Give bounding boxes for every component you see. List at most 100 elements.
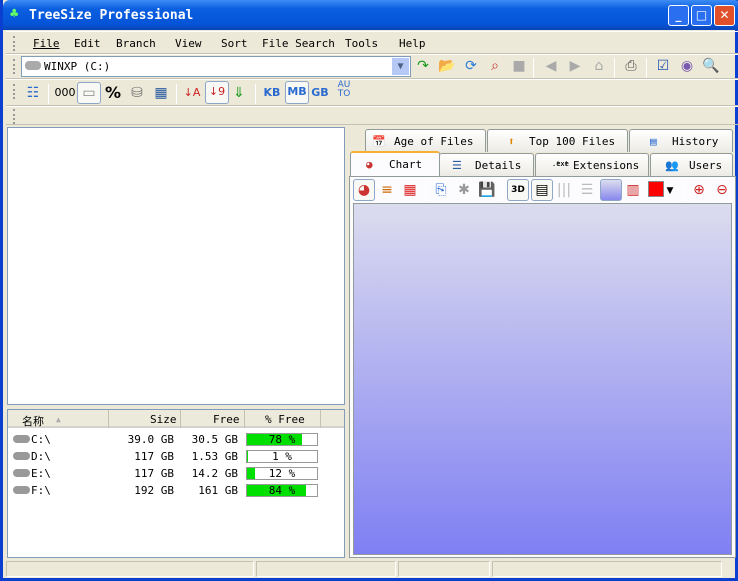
separator xyxy=(533,58,534,78)
free-space-label: 1 % xyxy=(272,450,292,463)
tab-extensions[interactable]: .txt .exe Extensions xyxy=(535,153,649,176)
minimize-button[interactable]: _ xyxy=(668,5,689,26)
size-view-button[interactable]: ▭ xyxy=(77,82,101,104)
menu-file-search[interactable]: File Search xyxy=(262,37,335,50)
drive-free: 1.53 GB xyxy=(191,450,238,463)
separator xyxy=(683,181,684,201)
drive-row[interactable]: E:\ 117 GB 14.2 GB 12 % xyxy=(8,466,344,482)
drive-row[interactable]: F:\ 192 GB 161 GB 84 % xyxy=(8,483,344,499)
gradient-background-button[interactable] xyxy=(600,179,622,201)
gb-button[interactable]: GB xyxy=(310,83,330,103)
menu-help[interactable]: Help xyxy=(399,37,426,50)
drive-free: 14.2 GB xyxy=(191,467,238,480)
hard-drive-icon xyxy=(13,469,30,477)
drive-list[interactable]: 名称 ▲ Size Free % Free C:\ 39.0 GB 30.5 G… xyxy=(7,409,345,558)
drive-combo[interactable]: WINXP (C:) ▼ xyxy=(21,56,411,77)
mb-button[interactable]: MB xyxy=(285,81,309,104)
3d-button[interactable]: 3D xyxy=(507,179,529,201)
bar-chart-button[interactable]: ≡ xyxy=(377,180,397,200)
tab-history[interactable]: ▤ History xyxy=(629,129,733,152)
sort-down-icon[interactable]: ⇓ xyxy=(229,83,249,103)
drive-name: F:\ xyxy=(31,484,51,497)
menu-view[interactable]: View xyxy=(175,37,202,50)
chevron-down-icon[interactable]: ▼ xyxy=(392,58,409,75)
toolbar-grip[interactable] xyxy=(13,36,15,51)
separator xyxy=(425,181,426,201)
sort-size-icon[interactable]: ↓9 xyxy=(205,81,229,104)
close-button[interactable]: ✕ xyxy=(714,5,735,26)
color-dropdown-icon[interactable]: ▼ xyxy=(664,181,676,201)
chart-area[interactable] xyxy=(353,203,732,555)
top100-icon: ⬆ xyxy=(508,135,515,148)
zoom-in-icon[interactable]: ⊕ xyxy=(689,180,709,200)
percent-button[interactable]: % xyxy=(103,83,123,103)
paste-icon[interactable]: ✱ xyxy=(454,180,474,200)
search-filter-icon[interactable]: ⌕ xyxy=(485,56,505,76)
forward-icon[interactable]: ▶ xyxy=(565,56,585,76)
file-count-icon[interactable]: ▦ xyxy=(151,83,171,103)
zoom-out-icon[interactable]: ⊖ xyxy=(712,180,732,200)
search-folder-icon[interactable]: 🔍 xyxy=(701,56,721,76)
tab-users[interactable]: 👥 Users xyxy=(650,153,733,176)
ext-bottom: .exe xyxy=(552,160,569,168)
menu-file[interactable]: File xyxy=(33,37,60,50)
auto-unit-button[interactable]: AU TO xyxy=(334,81,354,101)
kb-button[interactable]: KB xyxy=(262,83,282,103)
sort-alpha-icon[interactable]: ↓A xyxy=(182,83,202,103)
open-folder-icon[interactable]: 📂 xyxy=(437,56,457,76)
details-list-icon: ☰ xyxy=(452,159,462,172)
free-space-bar: 78 % xyxy=(246,433,318,446)
copy-icon[interactable]: ⎘ xyxy=(431,180,451,200)
options-icon[interactable]: ☑ xyxy=(653,56,673,76)
drive-size: 117 GB xyxy=(134,467,174,480)
column-size[interactable]: Size xyxy=(150,413,177,426)
menu-tools[interactable]: Tools xyxy=(345,37,378,50)
color-bars-button[interactable]: ▥ xyxy=(623,180,643,200)
tab-label: Users xyxy=(689,159,723,172)
column-pct-free[interactable]: % Free xyxy=(265,413,305,426)
menu-branch[interactable]: Branch xyxy=(116,37,156,50)
folder-tree[interactable] xyxy=(7,127,345,405)
tab-top-100-files[interactable]: ⬆ Top 100 Files xyxy=(487,129,628,152)
pie-chart-button[interactable]: ◕ xyxy=(353,179,375,201)
toolbar-grip[interactable] xyxy=(13,59,15,74)
treemap-button[interactable]: ▦ xyxy=(400,180,420,200)
refresh-icon[interactable]: ⟳ xyxy=(461,56,481,76)
print-icon[interactable]: ⎙ xyxy=(621,56,641,76)
tab-details[interactable]: ☰ Details xyxy=(439,153,534,176)
scan-drives-icon[interactable]: ◉ xyxy=(677,56,697,76)
stop-icon[interactable]: ■ xyxy=(509,56,529,76)
number-format-button[interactable]: 000 xyxy=(54,83,76,103)
column-name[interactable]: 名称 xyxy=(22,413,44,429)
allocated-space-icon[interactable]: ⛁ xyxy=(127,83,147,103)
save-icon[interactable]: 💾 xyxy=(477,180,497,200)
legend-button[interactable]: ▤ xyxy=(531,179,553,201)
maximize-button[interactable]: □ xyxy=(691,5,712,26)
vertical-grid-button[interactable]: ||| xyxy=(554,180,574,200)
column-free[interactable]: Free xyxy=(213,413,240,426)
menu-sort[interactable]: Sort xyxy=(221,37,248,50)
tab-age-of-files[interactable]: 📅 Age of Files xyxy=(365,129,486,152)
separator xyxy=(255,84,256,104)
drive-name: C:\ xyxy=(31,433,51,446)
up-icon[interactable]: ⌂ xyxy=(589,56,609,76)
treesize-logo-icon: ♣ xyxy=(10,6,19,22)
toolbar-grip[interactable] xyxy=(13,109,15,124)
toolbar-grip[interactable] xyxy=(13,84,15,99)
tab-label: Age of Files xyxy=(394,135,474,148)
free-space-label: 84 % xyxy=(268,484,296,497)
go-arrow-icon[interactable]: ↷ xyxy=(413,56,433,76)
separator xyxy=(502,181,503,201)
tab-label: Chart xyxy=(389,158,423,171)
color-picker-button[interactable] xyxy=(648,181,664,197)
drive-free: 161 GB xyxy=(198,484,238,497)
separator xyxy=(614,58,615,78)
status-pane xyxy=(256,561,396,577)
expand-tree-icon[interactable]: ☷ xyxy=(23,83,43,103)
back-icon[interactable]: ◀ xyxy=(541,56,561,76)
drive-row[interactable]: C:\ 39.0 GB 30.5 GB 78 % xyxy=(8,432,344,448)
horizontal-grid-button[interactable]: ☰ xyxy=(577,180,597,200)
menu-edit[interactable]: Edit xyxy=(74,37,101,50)
tab-chart[interactable]: ◕ Chart xyxy=(350,151,440,176)
drive-row[interactable]: D:\ 117 GB 1.53 GB 1 % xyxy=(8,449,344,465)
